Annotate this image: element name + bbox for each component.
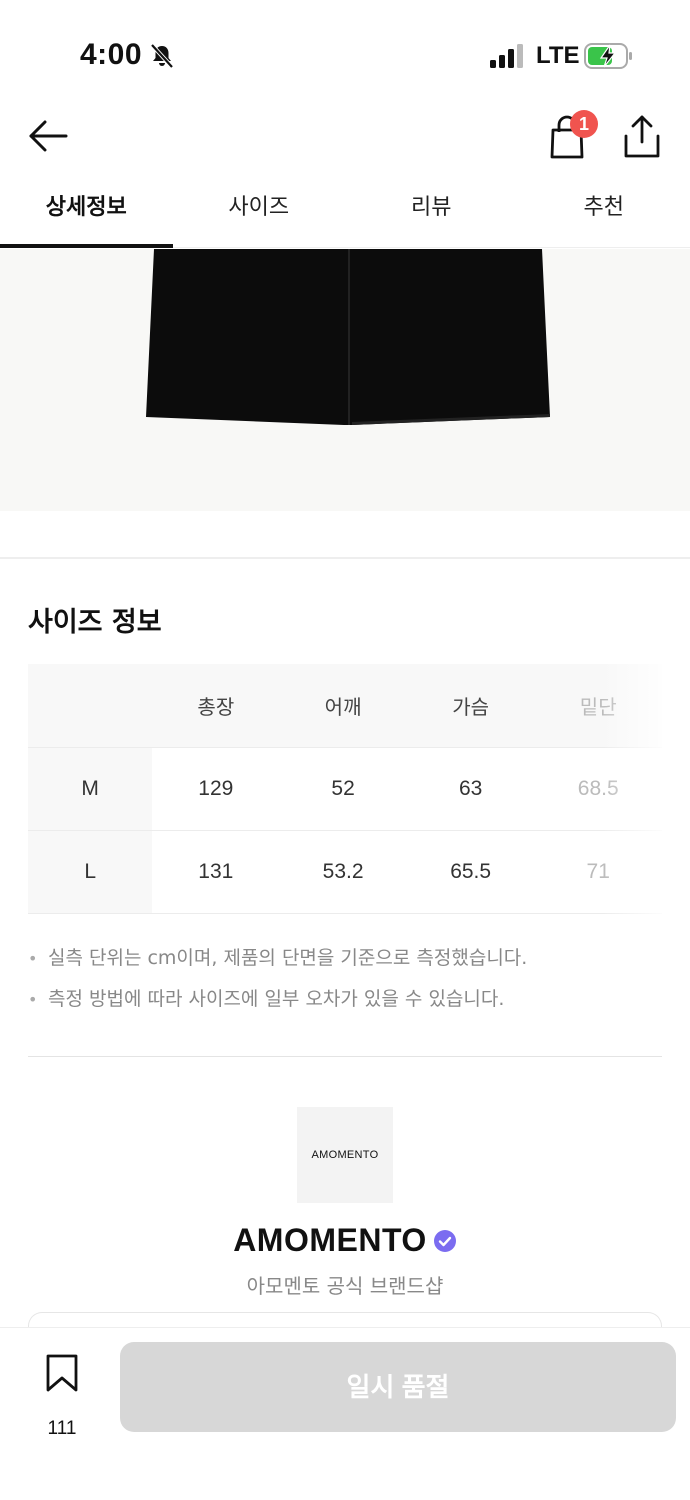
bookmark-icon [46, 1354, 78, 1392]
size-note: 실측 단위는 cm이며, 제품의 단면을 기준으로 측정했습니다. [28, 938, 662, 979]
tab-recommend[interactable]: 추천 [518, 172, 690, 247]
size-col-header: 총장 [152, 664, 280, 747]
table-cell: 71 [586, 859, 610, 883]
verified-badge-icon [433, 1229, 456, 1252]
coat-hem-image [146, 249, 550, 425]
size-col-header: 밑단 [534, 664, 662, 747]
tab-details[interactable]: 상세정보 [0, 172, 173, 248]
network-label: LTE [536, 42, 580, 69]
status-time: 4:00 [80, 38, 143, 71]
brand-subtitle: 아모멘토 공식 브랜드샵 [246, 1274, 444, 1298]
brand-name-row[interactable]: AMOMENTO [0, 1222, 690, 1259]
bookmark-count: 111 [47, 1418, 77, 1439]
cart-count-badge: 1 [570, 110, 598, 138]
brand-logo-text: AMOMENTO [311, 1149, 379, 1161]
size-col-header: 가슴 [406, 664, 535, 747]
section-divider [0, 557, 690, 559]
share-icon[interactable] [620, 112, 664, 160]
size-label: L [28, 830, 153, 913]
table-cell: 65.5 [450, 859, 492, 883]
table-cell: 68.5 [577, 776, 619, 800]
brand-logo[interactable]: AMOMENTO [297, 1107, 393, 1203]
app-header: 1 [0, 100, 690, 170]
table-row: M 129 52 63 68.5 [28, 747, 662, 830]
size-table[interactable]: 총장 어깨 가슴 밑단 M 129 52 63 68.5 L 131 53.2 … [28, 664, 662, 914]
table-cell: 129 [198, 776, 234, 800]
tab-bar: 상세정보 사이즈 리뷰 추천 [0, 172, 690, 248]
table-cell: 52 [331, 776, 355, 800]
product-image [0, 249, 690, 511]
size-info-title: 사이즈 정보 [28, 607, 162, 638]
bookmark-button[interactable]: 111 [38, 1354, 86, 1439]
tab-size[interactable]: 사이즈 [173, 172, 346, 247]
table-cell: 131 [198, 859, 234, 883]
table-cell: 53.2 [322, 859, 364, 883]
status-bar: 4:00 LTE [0, 0, 690, 100]
divider [28, 1056, 662, 1057]
bell-muted-icon [150, 43, 174, 69]
size-label: M [28, 747, 153, 830]
brand-name: AMOMENTO [233, 1222, 427, 1258]
size-col-header: 어깨 [279, 664, 407, 747]
back-arrow-icon[interactable] [26, 114, 70, 158]
bottom-action-bar: 111 일시 품절 [0, 1328, 690, 1500]
sold-out-button[interactable]: 일시 품절 [120, 1342, 676, 1432]
size-header-empty [28, 664, 153, 747]
battery-charging-icon [584, 43, 632, 69]
table-cell: 63 [458, 776, 483, 800]
tab-reviews[interactable]: 리뷰 [345, 172, 518, 247]
size-note: 측정 방법에 따라 사이즈에 일부 오차가 있을 수 있습니다. [28, 979, 662, 1020]
signal-icon [490, 44, 523, 68]
table-row: L 131 53.2 65.5 71 [28, 830, 662, 913]
size-notes: 실측 단위는 cm이며, 제품의 단면을 기준으로 측정했습니다. 측정 방법에… [28, 938, 662, 1020]
